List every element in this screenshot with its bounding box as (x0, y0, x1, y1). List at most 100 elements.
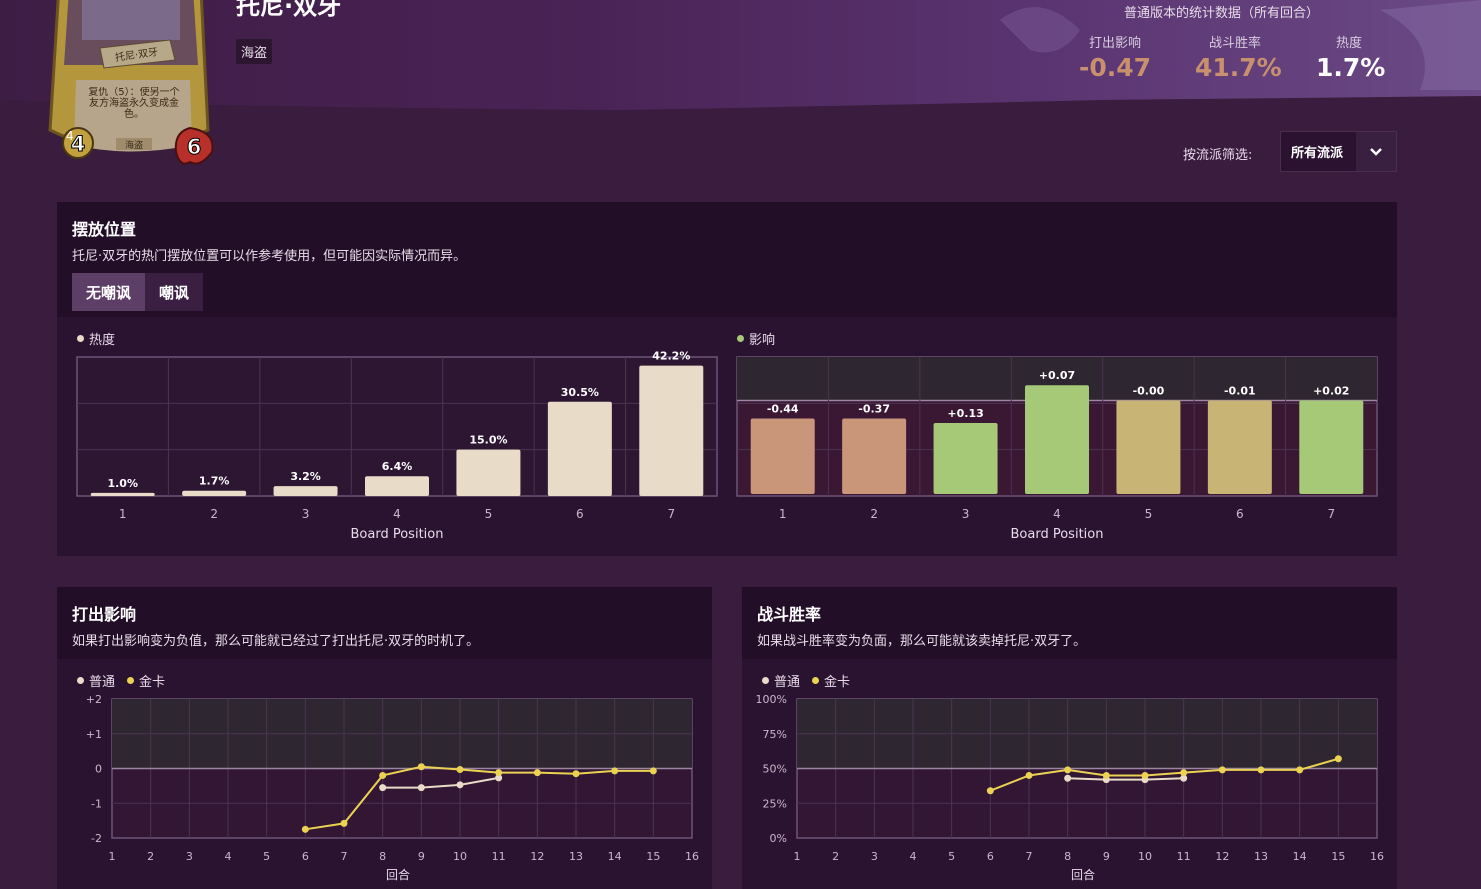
data-label: +0.07 (1039, 369, 1075, 382)
tick-label: 16 (1370, 850, 1384, 863)
hero-name: 托尼·双牙 (236, 0, 342, 20)
legend-dot (737, 335, 744, 342)
stat-play-impact: 打出影响 -0.47 (1079, 32, 1151, 82)
card-tier: 4 (66, 129, 74, 143)
tick-label: 5 (948, 850, 955, 863)
data-point (1025, 771, 1033, 779)
legend-dot (77, 677, 84, 684)
tab-no-taunt[interactable]: 无嘲讽 (72, 273, 146, 311)
tick-label: 7 (667, 507, 675, 521)
data-point (340, 819, 348, 827)
data-point (1257, 766, 1265, 774)
x-axis-label: Board Position (1011, 527, 1104, 542)
stat-combat-winrate: 战斗胜率 41.7% (1195, 32, 1282, 82)
tick-label: 1 (794, 850, 801, 863)
data-point (379, 784, 387, 792)
data-point (1064, 774, 1072, 782)
tick-label: 2 (832, 850, 839, 863)
tick-label: 7 (1026, 850, 1033, 863)
tick-label: 12 (1215, 850, 1229, 863)
tick-label: 15 (646, 850, 660, 863)
bar (182, 490, 247, 496)
tick-label: 10 (453, 850, 467, 863)
tick-label: 5 (1145, 507, 1153, 521)
stat-value: -0.47 (1079, 53, 1152, 82)
play-impact-line-chart: +2+10-1-21 2 3 4 5 6 7 8 9 10 11 12 13 14 15 16回合 (86, 693, 699, 882)
data-point (611, 767, 619, 775)
tick-label: 75% (763, 728, 787, 741)
legend-dot (812, 677, 820, 684)
tick-label: 1 (109, 850, 116, 863)
bar (750, 418, 815, 494)
chevron-down-icon[interactable] (1356, 132, 1396, 171)
data-point (1334, 755, 1342, 763)
bar (1299, 400, 1364, 494)
tick-label: 50% (763, 763, 787, 776)
tick-label: 15 (1331, 850, 1345, 863)
tick-label: -2 (91, 832, 102, 845)
tick-label: 7 (341, 850, 348, 863)
tick-label: 7 (1327, 507, 1335, 521)
data-point (495, 769, 503, 777)
tick-label: 6 (302, 850, 309, 863)
data-point (1141, 771, 1149, 779)
tick-label: 6 (1236, 507, 1244, 521)
panel-title: 打出影响 (72, 605, 137, 624)
tick-label: -1 (91, 797, 102, 810)
tick-label: 8 (1064, 850, 1071, 863)
popularity-bar-chart: 1.0% 1 1.7% 2 3.2% 3 6.4% 4 15.0% 5 30.5% 6 42.2% 7 Bo… (76, 350, 718, 542)
bar (842, 418, 907, 494)
panel-description: 托尼·双牙的热门摆放位置可以作参考使用，但可能因实际情况而异。 (72, 249, 467, 264)
tick-label: 9 (1103, 850, 1110, 863)
tick-label: 4 (910, 850, 917, 863)
data-point (1102, 771, 1110, 779)
tick-label: 9 (418, 850, 425, 863)
data-point (456, 766, 464, 774)
tick-label: 2 (147, 850, 154, 863)
bar (639, 365, 704, 496)
data-label: 42.2% (652, 350, 690, 363)
build-filter-select[interactable]: 所有流派 (1280, 131, 1397, 172)
tick-label: 8 (379, 850, 386, 863)
stat-value: 41.7% (1195, 53, 1282, 82)
tick-label: 3 (302, 507, 310, 521)
tick-label: 6 (576, 507, 584, 521)
card-text: 复仇（5）：使另一个友方海盗永久变成金色。 (88, 87, 180, 120)
legend-dot (127, 677, 135, 684)
data-label: 6.4% (382, 460, 413, 473)
filter-label: 按流派筛选: (1183, 148, 1253, 163)
tick-label: 4 (225, 850, 232, 863)
data-label: 1.7% (199, 475, 230, 488)
tick-label: 4 (393, 507, 401, 521)
tick-label: 5 (485, 507, 493, 521)
tick-label: 100% (756, 693, 787, 706)
tribe-badge: 海盗 (236, 39, 273, 64)
tick-label: 10 (1138, 850, 1152, 863)
tick-label: 12 (530, 850, 544, 863)
plot-area (76, 356, 718, 497)
bar (547, 401, 612, 496)
tick-label: 14 (1293, 850, 1307, 863)
data-point (986, 787, 994, 795)
tick-label: 11 (492, 850, 506, 863)
data-label: -0.01 (1224, 384, 1256, 397)
data-point (1296, 766, 1304, 774)
tick-label: 13 (1254, 850, 1268, 863)
data-point (649, 767, 657, 775)
data-point (1180, 769, 1188, 777)
bar (90, 492, 155, 496)
filter-selected: 所有流派 (1291, 146, 1344, 161)
panel-title: 摆放位置 (72, 220, 137, 239)
tick-label: 0 (95, 763, 102, 776)
data-label: -0.37 (858, 402, 890, 415)
impact-bar-chart: -0.44 1 -0.37 2 +0.13 3 +0.07 4 -0.00 5 -0.01 6 +0.0… (736, 356, 1378, 542)
tick-label: 3 (186, 850, 193, 863)
tab-taunt[interactable]: 嘲讽 (145, 273, 204, 311)
data-label: 15.0% (469, 434, 507, 447)
data-label: +0.13 (947, 407, 983, 420)
tick-label: +1 (86, 728, 102, 741)
tick-label: 4 (1053, 507, 1061, 521)
tick-label: 1 (119, 507, 127, 521)
bar (365, 476, 429, 496)
tick-label: 14 (608, 850, 622, 863)
